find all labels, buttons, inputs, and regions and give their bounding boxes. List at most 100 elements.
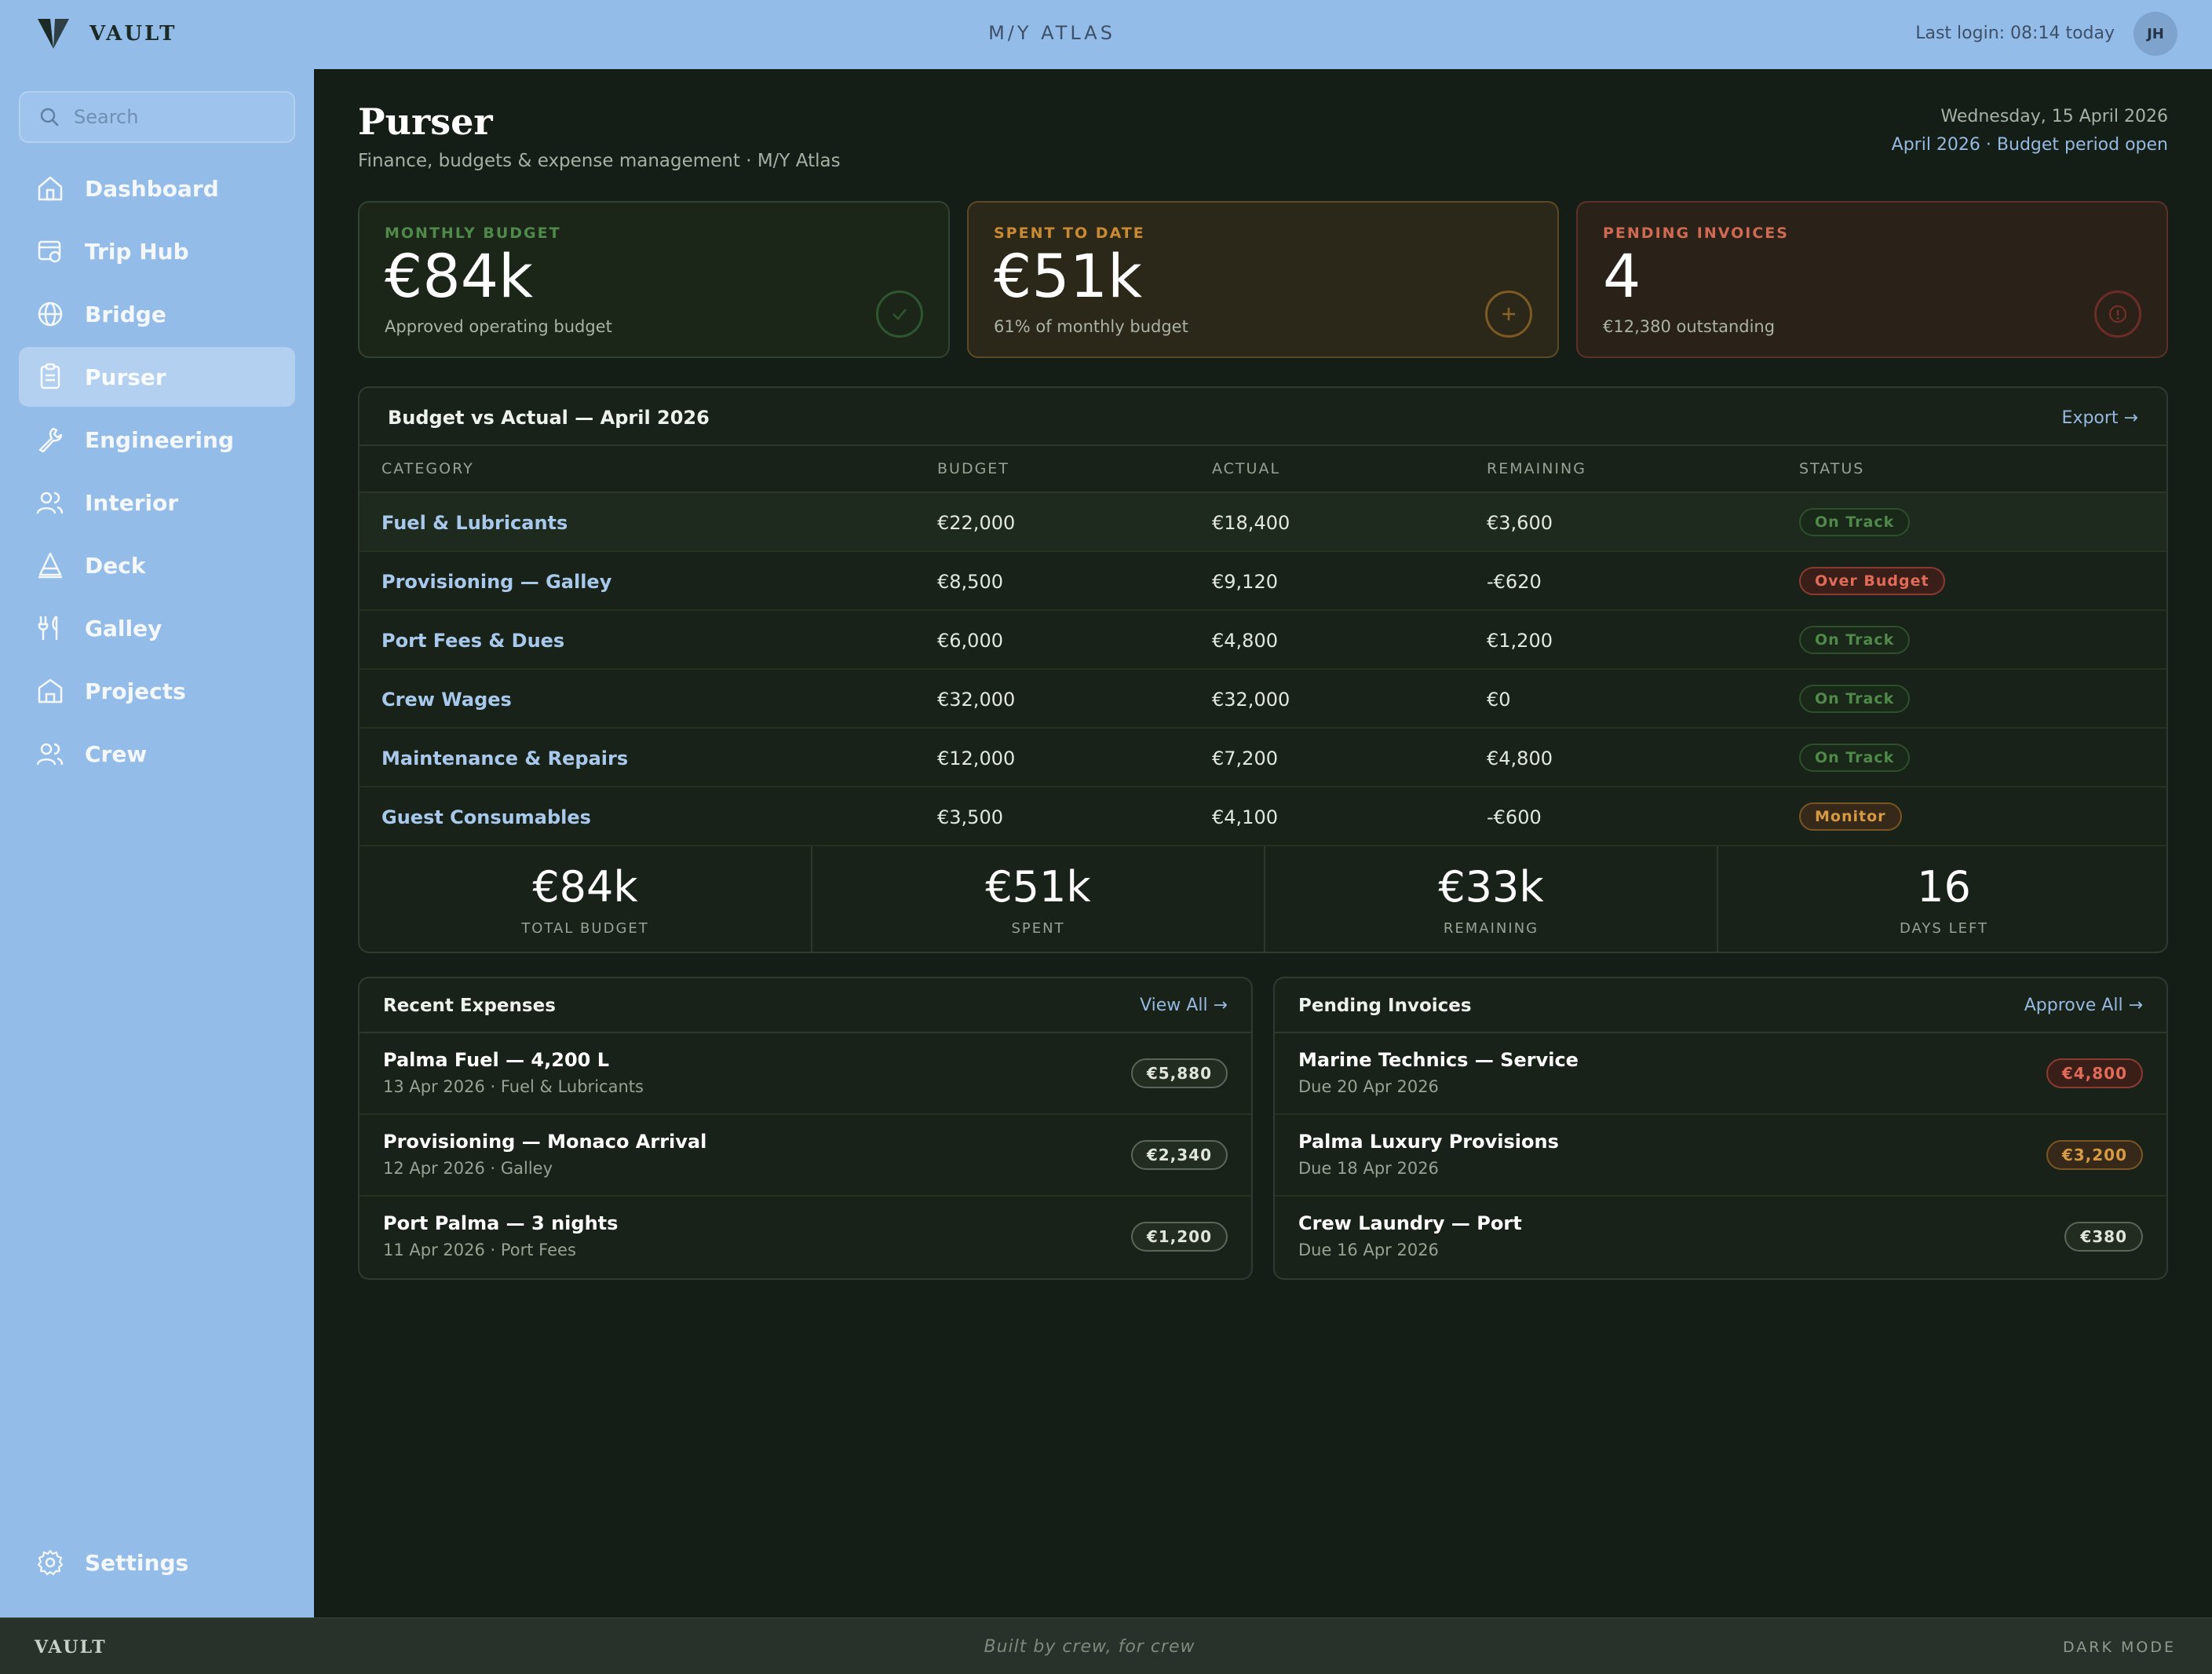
total-label: DAYS LEFT: [1899, 920, 1989, 937]
list-item[interactable]: Marine Technics — Service Due 20 Apr 202…: [1275, 1033, 2166, 1115]
gear-icon: [37, 1549, 64, 1576]
total-days-left: 16 DAYS LEFT: [1718, 846, 2166, 952]
sidebar-item-projects[interactable]: Projects: [19, 661, 295, 721]
category-link[interactable]: Guest Consumables: [381, 806, 591, 828]
sidebar-item-settings[interactable]: Settings: [19, 1533, 295, 1592]
status-badge: On Track: [1799, 626, 1911, 654]
sidebar-item-interior[interactable]: Interior: [19, 473, 295, 532]
sidebar-item-engineering[interactable]: Engineering: [19, 410, 295, 470]
invoice-due-date: Due 18 Apr 2026: [1298, 1159, 1439, 1178]
list-item[interactable]: Palma Luxury Provisions Due 18 Apr 2026 …: [1275, 1115, 2166, 1197]
sidebar-item-crew[interactable]: Crew: [19, 724, 295, 784]
search-input[interactable]: Search: [19, 91, 295, 143]
users-icon: [36, 743, 64, 766]
column-header-category[interactable]: CATEGORY: [381, 460, 474, 477]
dark-mode-toggle[interactable]: DARK MODE: [2063, 1639, 2176, 1656]
view-all-link[interactable]: View All →: [1140, 996, 1228, 1015]
table-row[interactable]: Crew Wages €32,000 €32,000 €0 On Track: [360, 670, 2166, 729]
status-badge: Monitor: [1799, 802, 1902, 831]
expense-title: Provisioning — Monaco Arrival: [383, 1131, 707, 1153]
budget-cell: €12,000: [937, 747, 1016, 769]
sidebar-item-purser[interactable]: Purser: [19, 347, 295, 407]
list-item[interactable]: Port Palma — 3 nights 11 Apr 2026 · Port…: [360, 1197, 1251, 1278]
total-label: TOTAL BUDGET: [521, 920, 649, 937]
avatar[interactable]: JH: [2134, 12, 2177, 56]
total-budget: €84k TOTAL BUDGET: [360, 846, 812, 952]
total-value: 16: [1917, 862, 1971, 912]
sidebar-item-bridge[interactable]: Bridge: [19, 284, 295, 344]
recent-expenses-panel: Recent Expenses View All → Palma Fuel — …: [358, 977, 1253, 1280]
table-row[interactable]: Fuel & Lubricants €22,000 €18,400 €3,600…: [360, 493, 2166, 552]
stat-subtext: Approved operating budget: [385, 317, 612, 336]
table-row[interactable]: Guest Consumables €3,500 €4,100 -€600 Mo…: [360, 788, 2166, 846]
stat-label: PENDING INVOICES: [1603, 225, 1789, 242]
category-link[interactable]: Provisioning — Galley: [381, 571, 611, 593]
column-header-actual[interactable]: ACTUAL: [1212, 460, 1280, 477]
column-header-status[interactable]: STATUS: [1799, 460, 1864, 477]
sidebar-item-trip-hub[interactable]: Trip Hub: [19, 221, 295, 281]
category-link[interactable]: Crew Wages: [381, 689, 512, 711]
wrench-icon: [38, 427, 63, 453]
sidebar-item-label: Crew: [85, 740, 148, 767]
last-login: Last login: 08:14 today: [1915, 24, 2115, 43]
list-item[interactable]: Provisioning — Monaco Arrival 12 Apr 202…: [360, 1115, 1251, 1197]
category-link[interactable]: Fuel & Lubricants: [381, 512, 568, 534]
invoice-title: Marine Technics — Service: [1298, 1049, 1579, 1071]
footer: VAULT Built by crew, for crew DARK MODE: [0, 1617, 2212, 1674]
panel-title: Pending Invoices: [1298, 996, 1472, 1016]
vessel-name: M/Y ATLAS: [988, 22, 1115, 44]
actual-cell: €4,800: [1212, 630, 1278, 652]
stat-label: SPENT TO DATE: [994, 225, 1145, 242]
sidebar-item-label: Dashboard: [85, 175, 219, 202]
remaining-cell: €1,200: [1487, 630, 1553, 652]
actual-cell: €7,200: [1212, 747, 1278, 769]
status-badge: Over Budget: [1799, 567, 1945, 595]
budget-cell: €8,500: [937, 571, 1003, 593]
table-header: CATEGORY BUDGET ACTUAL REMAINING STATUS: [360, 446, 2166, 493]
expense-meta: 12 Apr 2026 · Galley: [383, 1159, 553, 1178]
total-value: €33k: [1438, 862, 1544, 912]
column-header-remaining[interactable]: REMAINING: [1487, 460, 1586, 477]
stat-value: €51k: [994, 241, 1143, 311]
category-link[interactable]: Maintenance & Repairs: [381, 747, 628, 769]
sidebar-item-deck[interactable]: Deck: [19, 535, 295, 595]
total-value: €51k: [985, 862, 1091, 912]
column-header-budget[interactable]: BUDGET: [937, 460, 1009, 477]
approve-all-link[interactable]: Approve All →: [2024, 996, 2143, 1015]
expense-title: Palma Fuel — 4,200 L: [383, 1049, 609, 1071]
total-remaining: €33k REMAINING: [1265, 846, 1718, 952]
remaining-cell: -€620: [1487, 571, 1542, 593]
check-icon: [876, 291, 923, 338]
list-item[interactable]: Crew Laundry — Port Due 16 Apr 2026 €380: [1275, 1197, 2166, 1278]
sidebar-item-label: Galley: [85, 615, 162, 641]
remaining-cell: €4,800: [1487, 747, 1553, 769]
sidebar-item-label: Purser: [85, 364, 166, 390]
category-link[interactable]: Port Fees & Dues: [381, 630, 564, 652]
page-subtitle: Finance, budgets & expense management · …: [358, 151, 841, 171]
sidebar-item-dashboard[interactable]: Dashboard: [19, 159, 295, 218]
stat-card-monthly-budget: MONTHLY BUDGET €84k Approved operating b…: [358, 201, 950, 358]
remaining-cell: €3,600: [1487, 512, 1553, 534]
sail-icon: [38, 552, 62, 579]
export-link[interactable]: Export →: [2062, 408, 2138, 428]
amount-badge: €3,200: [2046, 1140, 2143, 1170]
table-row[interactable]: Provisioning — Galley €8,500 €9,120 -€62…: [360, 552, 2166, 611]
search-icon: [40, 108, 59, 126]
status-badge: On Track: [1799, 685, 1911, 713]
stat-value: €84k: [385, 241, 534, 311]
building-icon: [38, 678, 63, 704]
invoice-due-date: Due 16 Apr 2026: [1298, 1241, 1439, 1259]
sidebar-item-galley[interactable]: Galley: [19, 598, 295, 658]
list-item[interactable]: Palma Fuel — 4,200 L 13 Apr 2026 · Fuel …: [360, 1033, 1251, 1115]
status-badge: On Track: [1799, 508, 1911, 536]
users-icon: [36, 492, 64, 514]
sidebar-item-label: Projects: [85, 678, 186, 704]
amount-badge: €1,200: [1130, 1222, 1228, 1252]
stat-card-spent-to-date: SPENT TO DATE €51k 61% of monthly budget: [967, 201, 1559, 358]
amount-badge: €2,340: [1130, 1140, 1228, 1170]
table-row[interactable]: Port Fees & Dues €6,000 €4,800 €1,200 On…: [360, 611, 2166, 670]
sidebar-item-label: Interior: [85, 489, 179, 516]
table-row[interactable]: Maintenance & Repairs €12,000 €7,200 €4,…: [360, 729, 2166, 788]
panel-title: Recent Expenses: [383, 996, 556, 1016]
expense-meta: 11 Apr 2026 · Port Fees: [383, 1241, 576, 1259]
